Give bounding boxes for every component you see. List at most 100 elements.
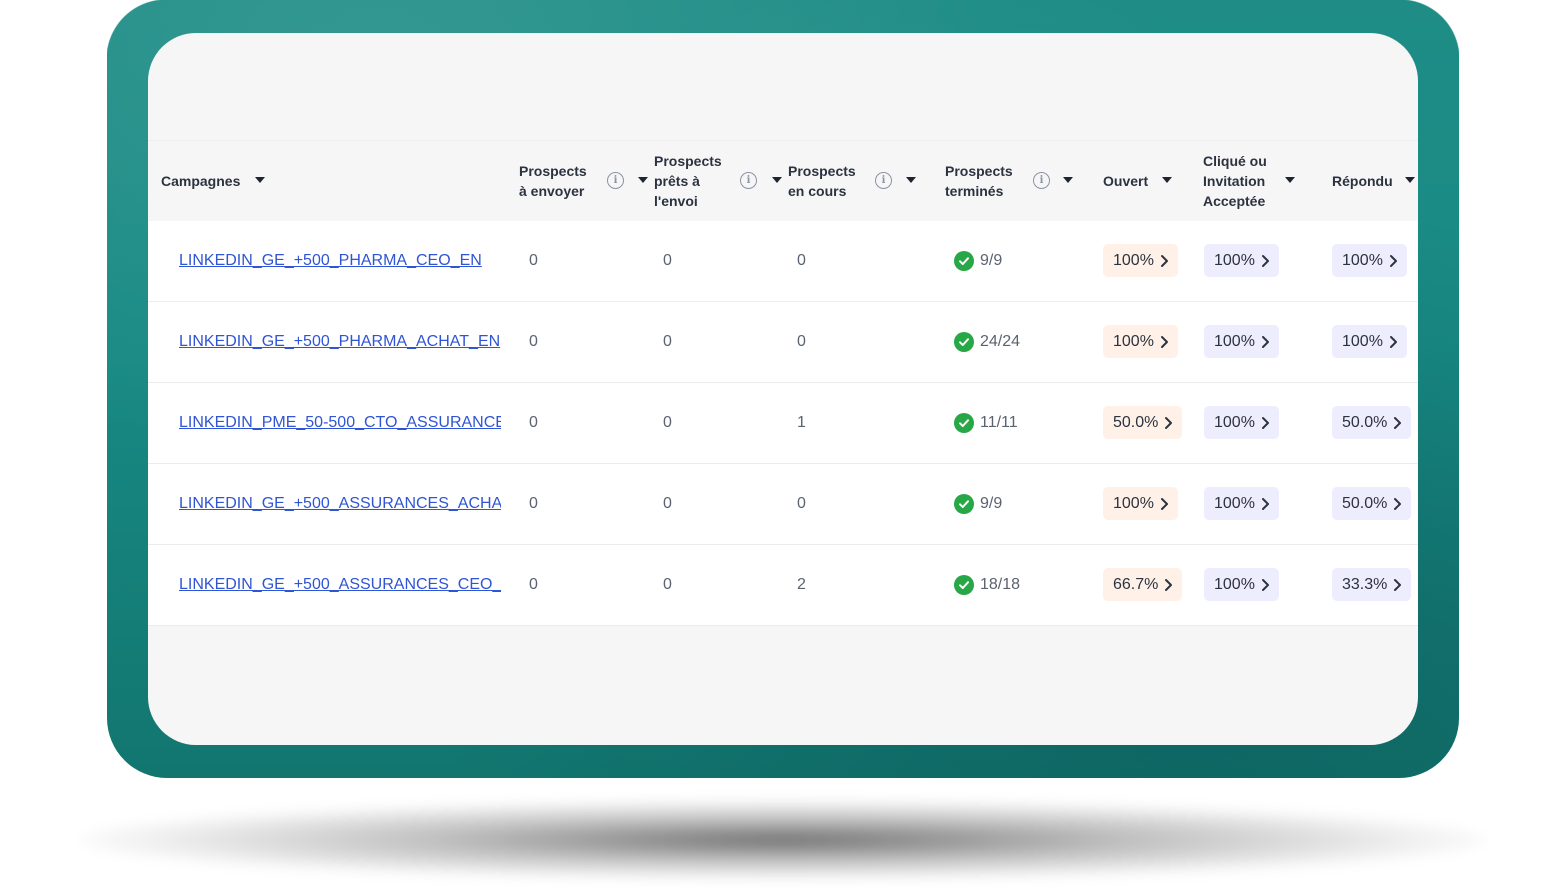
repondu-value: 50.0% [1342,494,1388,512]
termines-cell: 18/18 [954,545,1020,625]
clique-pill[interactable]: 100% [1204,325,1279,358]
table-row: LINKEDIN_GE_+500_ASSURANCES_ACHAT 0 0 0 … [148,464,1418,545]
sort-caret-icon[interactable] [1063,177,1073,183]
header-label: Campagnes [161,173,241,189]
ouvert-pill[interactable]: 100% [1103,325,1178,358]
termines-value: 9/9 [980,252,1003,269]
ouvert-value: 50.0% [1113,413,1159,431]
check-circle-icon [954,575,974,595]
header-repondu: Répondu [1332,141,1393,221]
campaign-cell: LINKEDIN_GE_+500_PHARMA_ACHAT_EN [179,302,501,382]
frame-corner [107,0,166,59]
clique-value: 100% [1214,332,1255,350]
chevron-right-icon [1160,497,1169,511]
repondu-pill[interactable]: 100% [1332,325,1407,358]
check-circle-icon [954,251,974,271]
header-label: Prospects terminés [945,163,1013,199]
clique-pill[interactable]: 100% [1204,406,1279,439]
campaign-link[interactable]: LINKEDIN_GE_+500_PHARMA_ACHAT_EN [179,333,501,351]
campaigns-table: Campagnes Prospects à envoyer i Prospect… [148,140,1418,626]
clique-value: 100% [1214,575,1255,593]
campaign-link[interactable]: LINKEDIN_PME_50-500_CTO_ASSURANCE [179,414,501,432]
repondu-pill[interactable]: 50.0% [1332,487,1412,520]
campaign-cell: LINKEDIN_GE_+500_ASSURANCES_ACHAT [179,464,501,544]
sort-caret-icon[interactable] [638,177,648,183]
campaigns-panel: Campagnes Prospects à envoyer i Prospect… [148,33,1418,745]
table-row: LINKEDIN_PME_50-500_CTO_ASSURANCE 0 0 1 … [148,383,1418,464]
chevron-right-icon [1393,578,1402,592]
campaign-cell: LINKEDIN_GE_+500_ASSURANCES_CEO_EN [179,545,501,625]
prets-value: 0 [663,576,672,593]
sort-caret-icon[interactable] [906,177,916,183]
drop-shadow [80,800,1485,880]
ouvert-pill[interactable]: 100% [1103,244,1178,277]
campaign-link[interactable]: LINKEDIN_GE_+500_PHARMA_CEO_EN [179,252,501,270]
frame-corner [1400,0,1459,59]
header-label: Prospects en cours [788,163,856,199]
ouvert-value: 100% [1113,494,1154,512]
clique-value: 100% [1214,251,1255,269]
sort-caret-icon[interactable] [772,177,782,183]
campaign-link[interactable]: LINKEDIN_GE_+500_ASSURANCES_CEO_EN [179,576,501,594]
a-envoyer-value: 0 [529,576,538,593]
prets-value: 0 [663,252,672,269]
termines-cell: 11/11 [954,383,1018,463]
header-clique: Cliqué ou Invitation Acceptée [1203,141,1267,221]
repondu-pill[interactable]: 50.0% [1332,406,1412,439]
table-row: LINKEDIN_GE_+500_PHARMA_CEO_EN 0 0 0 9/9… [148,221,1418,302]
clique-value: 100% [1214,494,1255,512]
header-en-cours: Prospects en cours [788,141,856,221]
chevron-right-icon [1261,497,1270,511]
clique-value: 100% [1214,413,1255,431]
a-envoyer-value: 0 [529,333,538,350]
chevron-right-icon [1261,254,1270,268]
chevron-right-icon [1393,416,1402,430]
prets-value: 0 [663,495,672,512]
sort-caret-icon[interactable] [1405,177,1415,183]
campaign-link[interactable]: LINKEDIN_GE_+500_ASSURANCES_ACHAT [179,495,501,513]
header-prets: Prospects prêts à l'envoi [654,141,722,221]
clique-pill[interactable]: 100% [1204,244,1279,277]
termines-value: 24/24 [980,333,1021,350]
ouvert-value: 66.7% [1113,575,1159,593]
info-icon[interactable]: i [607,172,624,189]
info-icon[interactable]: i [1033,172,1050,189]
header-label: Ouvert [1103,173,1149,189]
termines-value: 9/9 [980,495,1003,512]
chevron-right-icon [1164,578,1173,592]
termines-cell: 9/9 [954,464,1002,544]
campaign-cell: LINKEDIN_GE_+500_PHARMA_CEO_EN [179,221,501,301]
en-cours-value: 1 [797,414,806,431]
table-row: LINKEDIN_GE_+500_ASSURANCES_CEO_EN 0 0 2… [148,545,1418,626]
header-label: Prospects prêts à l'envoi [654,153,722,209]
chevron-right-icon [1389,335,1398,349]
info-icon[interactable]: i [875,172,892,189]
clique-pill[interactable]: 100% [1204,487,1279,520]
ouvert-pill[interactable]: 66.7% [1103,568,1183,601]
ouvert-pill[interactable]: 100% [1103,487,1178,520]
header-label: Répondu [1332,173,1393,189]
ouvert-pill[interactable]: 50.0% [1103,406,1183,439]
termines-cell: 24/24 [954,302,1020,382]
header-label: Cliqué ou Invitation Acceptée [1203,153,1267,209]
sort-caret-icon[interactable] [1162,177,1172,183]
campaign-cell: LINKEDIN_PME_50-500_CTO_ASSURANCE [179,383,501,463]
repondu-pill[interactable]: 33.3% [1332,568,1412,601]
header-ouvert: Ouvert [1103,141,1148,221]
clique-pill[interactable]: 100% [1204,568,1279,601]
chevron-right-icon [1160,335,1169,349]
sort-caret-icon[interactable] [255,177,265,183]
termines-value: 18/18 [980,576,1021,593]
header-termines: Prospects terminés [945,141,1013,221]
info-icon[interactable]: i [740,172,757,189]
repondu-value: 50.0% [1342,413,1388,431]
header-label: Prospects à envoyer [519,163,587,199]
chevron-right-icon [1393,497,1402,511]
repondu-value: 100% [1342,332,1383,350]
check-circle-icon [954,332,974,352]
en-cours-value: 0 [797,495,806,512]
header-campagnes[interactable]: Campagnes [161,141,240,221]
ouvert-value: 100% [1113,251,1154,269]
sort-caret-icon[interactable] [1285,177,1295,183]
repondu-pill[interactable]: 100% [1332,244,1407,277]
